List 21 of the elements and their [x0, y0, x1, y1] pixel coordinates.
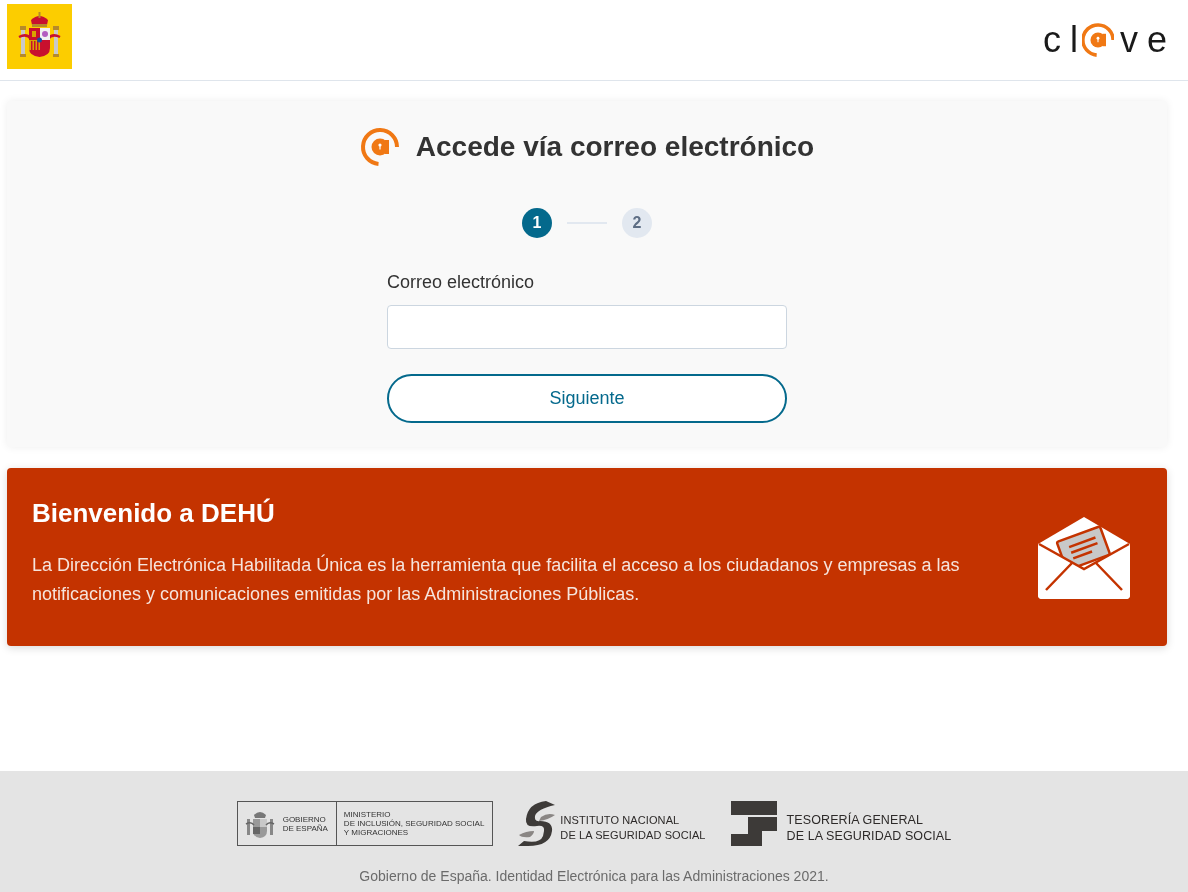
logo-text: GOBIERNO DE ESPAÑA	[282, 814, 328, 833]
coat-of-arms-icon	[7, 3, 72, 69]
swoosh-icon	[518, 801, 556, 846]
step-indicator: 2	[622, 208, 652, 238]
logo-text: INSTITUTO NACIONAL DE LA SEGURIDAD SOCIAL	[560, 812, 706, 843]
copyright-text: Gobierno de España. Identidad Electrónica para las Administraciones 2021.	[358, 867, 830, 886]
card-title: Accede vía correo electrónico	[415, 130, 815, 164]
logo-text: MINISTERIO DE INCLUSIÓN, SEGURIDAD SOCIAL Y MIGRACIONES	[343, 810, 485, 837]
email-label: Correo electrónico	[387, 271, 536, 294]
next-button[interactable]: Siguiente	[387, 374, 787, 423]
banner-text: La Dirección Electrónica Habilitada Única es la herramienta que facilita el acceso a los ciudadanos y empresas a las notificaciones y comunicaciones emitidas por las Administraciones Públicas.	[32, 553, 961, 606]
step-indicator: 1	[522, 208, 552, 238]
email-input[interactable]	[387, 305, 787, 349]
banner-title: Bienvenido a DEHÚ	[32, 497, 276, 529]
ring-keyhole-icon	[359, 127, 400, 167]
ring-keyhole-icon	[1081, 20, 1114, 60]
block-mark-icon	[730, 801, 777, 846]
open-envelope-icon	[1038, 517, 1130, 599]
logo-text: ve	[1119, 22, 1176, 58]
logo-text: TESORERÍA GENERAL DE LA SEGURIDAD SOCIAL	[786, 811, 952, 844]
logo-text: cl	[1042, 22, 1087, 58]
